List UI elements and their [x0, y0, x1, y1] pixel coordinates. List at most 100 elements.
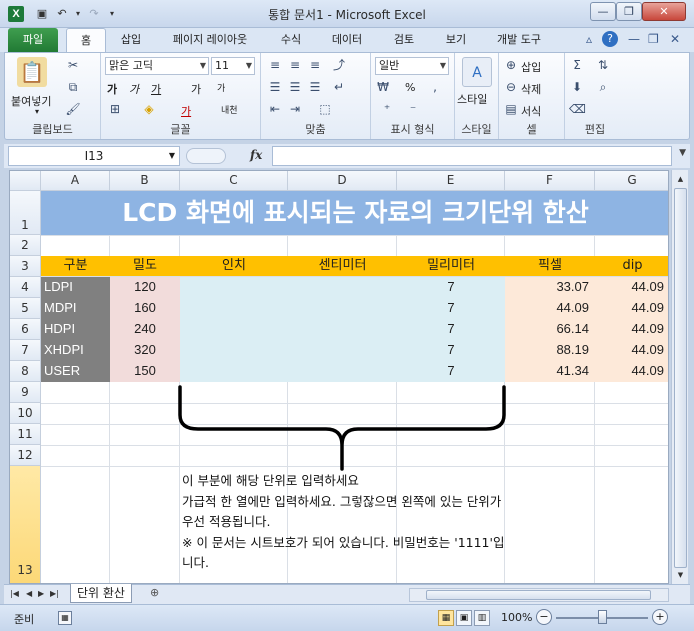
millimeter-cell[interactable]: 7	[397, 277, 505, 298]
autosum-icon[interactable]: Σ	[569, 57, 585, 73]
density-cell[interactable]: 320	[110, 340, 180, 361]
tab-page-layout[interactable]: 페이지 레이아웃	[160, 28, 260, 52]
column-header-g[interactable]: G	[595, 171, 668, 191]
millimeter-cell[interactable]: 7	[397, 298, 505, 319]
fill-color-icon[interactable]: ◈	[141, 101, 157, 117]
fill-icon[interactable]: ⬇	[569, 79, 585, 95]
dip-cell[interactable]: 44.09	[595, 319, 668, 340]
decrease-decimal-icon[interactable]: ⁻	[405, 101, 421, 117]
format-cells-icon[interactable]: ▤	[503, 101, 519, 117]
styles-button[interactable]: 스타일	[457, 91, 487, 107]
millimeter-cell[interactable]: 7	[397, 319, 505, 340]
header-cell[interactable]: 센티미터	[288, 256, 397, 277]
row-header[interactable]: 11	[10, 424, 41, 445]
font-size-combo[interactable]: 11 ▼	[211, 57, 255, 75]
zoom-slider-thumb[interactable]	[598, 610, 607, 624]
formula-input[interactable]	[272, 146, 672, 166]
format-painter-icon[interactable]: 🖌	[65, 101, 81, 117]
paste-button[interactable]: 붙여넣기	[11, 93, 51, 109]
doc-close-icon[interactable]: ✕	[670, 32, 680, 46]
column-header-b[interactable]: B	[110, 171, 180, 191]
normal-view-icon[interactable]: ▦	[438, 610, 454, 626]
select-all-corner[interactable]	[10, 171, 41, 191]
header-cell[interactable]: 밀리미터	[397, 256, 505, 277]
bold-button[interactable]: 가	[107, 81, 117, 97]
grow-font-button[interactable]: 가	[191, 81, 201, 97]
find-select-icon[interactable]: ⌕	[595, 79, 611, 95]
pixel-cell[interactable]: 44.09	[505, 298, 595, 319]
tab-review[interactable]: 검토	[382, 28, 426, 52]
border-icon[interactable]: ⊞	[107, 101, 123, 117]
font-name-combo[interactable]: 맑은 고딕 ▼	[105, 57, 209, 75]
align-bottom-icon[interactable]: ≡	[307, 57, 323, 73]
worksheet-grid[interactable]: A B C D E F G 1 2 3 4 5 6 7 8 9 10 11 12…	[9, 170, 669, 584]
insert-function-icon[interactable]: fx	[250, 148, 262, 162]
tab-insert[interactable]: 삽입	[110, 28, 152, 52]
font-color-button[interactable]: 가	[181, 103, 191, 119]
row-header[interactable]: 7	[10, 340, 41, 361]
orientation-icon[interactable]: ⤴	[331, 57, 347, 73]
vertical-scroll-thumb[interactable]	[674, 188, 687, 568]
merge-cells-icon[interactable]: ⬚	[317, 101, 333, 117]
pixel-cell[interactable]: 66.14	[505, 319, 595, 340]
header-cell[interactable]: dip	[595, 256, 668, 277]
minimize-ribbon-icon[interactable]: ▵	[586, 32, 592, 46]
tab-view[interactable]: 보기	[434, 28, 478, 52]
delete-cells-button[interactable]: 삭제	[521, 81, 541, 97]
row-header[interactable]: 8	[10, 361, 41, 382]
row-header[interactable]: 6	[10, 319, 41, 340]
close-button[interactable]: ✕	[642, 2, 686, 21]
clear-icon[interactable]: ⌫	[569, 101, 586, 117]
column-header-c[interactable]: C	[180, 171, 288, 191]
column-header-e[interactable]: E	[397, 171, 505, 191]
formula-cancel-enter[interactable]	[186, 148, 226, 164]
expand-formula-bar-icon[interactable]: ▼	[679, 148, 686, 158]
header-cell[interactable]: 픽셀	[505, 256, 595, 277]
paste-dropdown-icon[interactable]: ▾	[35, 107, 39, 116]
restore-button[interactable]: ❐	[616, 2, 642, 21]
density-cell[interactable]: 150	[110, 361, 180, 382]
column-header-f[interactable]: F	[505, 171, 595, 191]
density-cell[interactable]: 120	[110, 277, 180, 298]
insert-cells-button[interactable]: 삽입	[521, 59, 541, 75]
wrap-text-icon[interactable]: ↵	[331, 79, 347, 95]
density-cell[interactable]: 160	[110, 298, 180, 319]
format-cells-button[interactable]: 서식	[521, 103, 541, 119]
row-header[interactable]: 5	[10, 298, 41, 319]
dip-cell[interactable]: 44.09	[595, 340, 668, 361]
row-header[interactable]: 10	[10, 403, 41, 424]
tab-home[interactable]: 홈	[66, 28, 106, 52]
align-right-icon[interactable]: ☰	[307, 79, 323, 95]
help-icon[interactable]: ?	[602, 31, 618, 47]
tab-formulas[interactable]: 수식	[270, 28, 312, 52]
pixel-cell[interactable]: 33.07	[505, 277, 595, 298]
align-left-icon[interactable]: ☰	[267, 79, 283, 95]
delete-cells-icon[interactable]: ⊖	[503, 79, 519, 95]
unit-name-cell[interactable]: LDPI	[41, 277, 110, 298]
paste-icon[interactable]: 📋	[17, 57, 47, 87]
insert-cells-icon[interactable]: ⊕	[503, 57, 519, 73]
header-cell[interactable]: 인치	[180, 256, 288, 277]
cut-icon[interactable]: ✂	[65, 57, 81, 73]
unit-name-cell[interactable]: USER	[41, 361, 110, 382]
increase-decimal-icon[interactable]: ⁺	[379, 101, 395, 117]
row-header[interactable]: 4	[10, 277, 41, 298]
insert-sheet-icon[interactable]: ⊕	[150, 586, 159, 599]
styles-icon[interactable]: A	[462, 57, 492, 87]
tab-developer[interactable]: 개발 도구	[486, 28, 552, 52]
tab-data[interactable]: 데이터	[322, 28, 372, 52]
number-format-combo[interactable]: 일반 ▼	[375, 57, 449, 75]
unit-name-cell[interactable]: XHDPI	[41, 340, 110, 361]
last-sheet-icon[interactable]: ▶|	[50, 589, 59, 598]
density-cell[interactable]: 240	[110, 319, 180, 340]
comma-style-icon[interactable]: ,	[427, 79, 443, 95]
unit-name-cell[interactable]: MDPI	[41, 298, 110, 319]
shrink-font-button[interactable]: 가	[217, 81, 225, 94]
macro-record-icon[interactable]: ▦	[58, 611, 72, 625]
name-box[interactable]: I13 ▼	[8, 146, 180, 166]
horizontal-scrollbar[interactable]	[409, 588, 669, 602]
zoom-out-icon[interactable]: −	[536, 609, 552, 625]
page-layout-view-icon[interactable]: ▣	[456, 610, 472, 626]
align-middle-icon[interactable]: ≡	[287, 57, 303, 73]
zoom-level[interactable]: 100%	[501, 611, 532, 624]
